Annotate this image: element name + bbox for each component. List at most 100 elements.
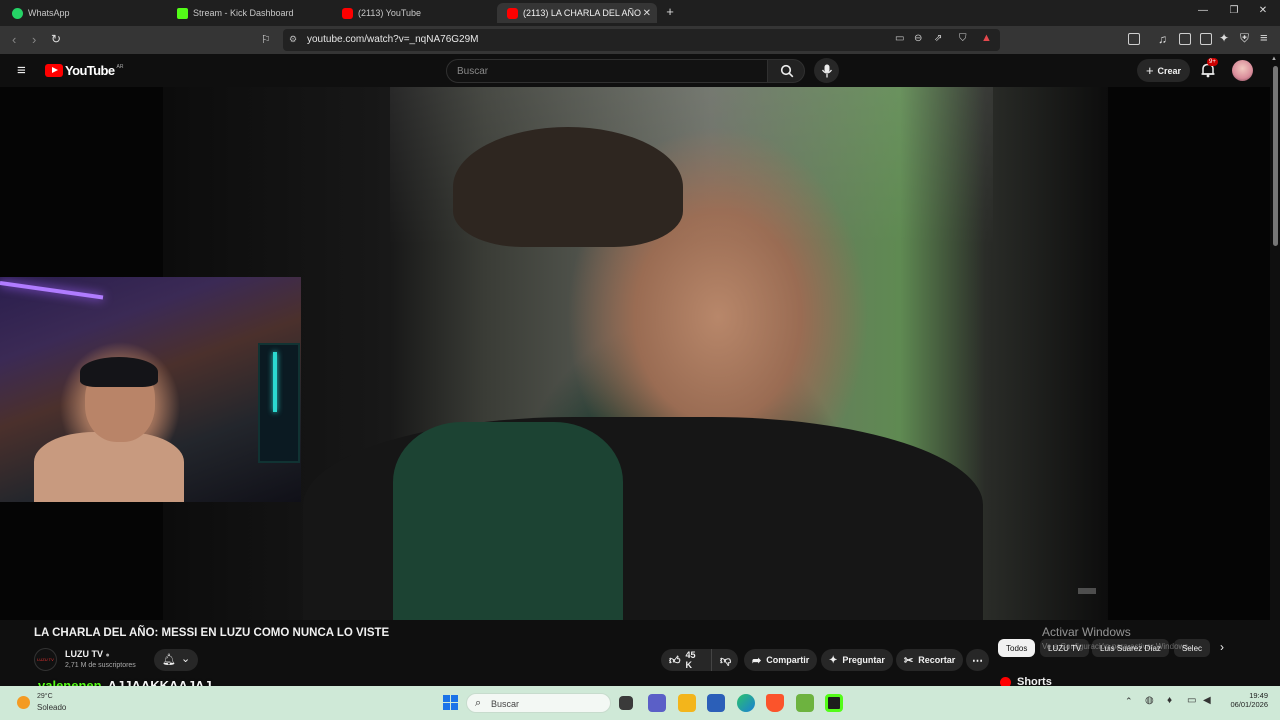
like-count: 45 K (685, 650, 696, 670)
search-icon: ⌕ (475, 697, 482, 709)
clock-date: 06/01/2026 (1230, 700, 1268, 709)
tab-label: WhatsApp (28, 8, 70, 18)
sidebar-toggle-icon[interactable] (1179, 33, 1191, 45)
channel-name-text[interactable]: LUZU TV (65, 649, 103, 659)
search-icon (780, 64, 794, 78)
ask-button[interactable]: ✦ Preguntar (821, 649, 893, 671)
maximize-button[interactable]: ❐ (1227, 5, 1241, 16)
back-button[interactable]: ‹ (12, 32, 16, 47)
user-avatar[interactable] (1232, 60, 1253, 81)
chevron-right-icon[interactable]: › (1220, 640, 1224, 654)
pc-case-shape (258, 343, 300, 463)
youtube-logo[interactable]: YouTube AR (45, 63, 123, 78)
webcam-overlay (0, 277, 301, 502)
teams-icon[interactable] (648, 694, 666, 712)
clip-button[interactable]: ✂ Recortar (896, 649, 964, 671)
hair-shape (80, 357, 158, 387)
volume-icon[interactable]: ◀ (1203, 695, 1211, 706)
video-shirt-shape (393, 422, 623, 620)
neon-light-strip (0, 281, 104, 300)
edge-icon[interactable] (737, 694, 755, 712)
chip-label: Todos (1006, 643, 1028, 653)
video-title: LA CHARLA DEL AÑO: MESSI EN LUZU COMO NU… (34, 627, 390, 639)
brave-icon[interactable] (766, 694, 784, 712)
screenshot-icon[interactable] (1128, 33, 1140, 45)
youtube-logo-text: YouTube (65, 63, 115, 78)
zoom-icon[interactable]: ⊖ (914, 33, 922, 44)
scrollbar-thumb[interactable] (1273, 66, 1278, 246)
thumbs-up-icon: 👍︎ (669, 654, 681, 667)
chevron-up-icon[interactable]: ⌃ (1125, 696, 1133, 707)
tab-youtube[interactable]: (2113) YouTube (332, 3, 492, 23)
region-code: AR (116, 63, 124, 70)
video-frame[interactable] (163, 87, 1108, 620)
scissors-icon: ✂ (904, 654, 914, 667)
share-page-icon[interactable]: ⇗ (934, 33, 942, 44)
menu-icon[interactable]: ≡ (1260, 30, 1268, 45)
subscription-bell-button[interactable]: 🔔︎ ⌄ (154, 649, 198, 671)
channel-name[interactable]: LUZU TV ● (65, 649, 110, 659)
file-explorer-icon[interactable] (678, 694, 696, 712)
taskbar-search-label: Buscar (491, 699, 520, 709)
ask-label: Preguntar (842, 655, 885, 665)
hamburger-menu-icon[interactable]: ≡ (17, 62, 26, 79)
windows-logo-icon (443, 695, 458, 710)
voice-search-button[interactable] (814, 58, 839, 83)
music-icon[interactable]: ♫ (1158, 32, 1167, 46)
store-icon[interactable] (707, 694, 725, 712)
network-icon[interactable]: ▭ (1187, 695, 1196, 706)
bookmark-icon[interactable]: ⚐ (261, 33, 271, 46)
weather-temperature[interactable]: 29°C (37, 693, 53, 700)
search-button[interactable] (767, 59, 805, 83)
microphone-icon[interactable]: ♦ (1167, 695, 1172, 706)
task-view-icon[interactable] (619, 696, 633, 710)
close-tab-icon[interactable]: ✕ (643, 8, 651, 19)
browser-tab-strip: WhatsApp Stream - Kick Dashboard (2113) … (0, 0, 1280, 26)
taskbar-search[interactable]: ⌕ Buscar (466, 693, 611, 713)
kick-icon (177, 7, 188, 19)
kick-app-icon[interactable] (825, 694, 843, 712)
ai-assistant-icon[interactable]: ✦ (1219, 31, 1229, 45)
chip-todos[interactable]: Todos (998, 639, 1036, 657)
reload-button[interactable]: ↻ (51, 32, 61, 46)
tray-app-icon[interactable]: ◍ (1145, 695, 1154, 706)
create-label: Crear (1157, 65, 1182, 76)
more-actions-button[interactable]: ⋯ (966, 649, 989, 671)
close-window-button[interactable]: ✕ (1256, 5, 1270, 16)
notifications-button[interactable]: 9+ (1200, 58, 1218, 83)
cast-icon[interactable]: ▭ (895, 33, 904, 44)
search-input[interactable]: Buscar (446, 59, 768, 83)
bell-icon: 🔔︎ (162, 654, 176, 666)
youtube-header: ≡ YouTube AR Buscar + Crear 9+ (0, 54, 1280, 87)
tab-kick-dashboard[interactable]: Stream - Kick Dashboard (167, 3, 327, 23)
channel-avatar[interactable]: LUZU TV (34, 648, 57, 671)
shield-icon[interactable]: ⛉ (959, 33, 967, 44)
weather-description[interactable]: Soleado (37, 703, 66, 712)
minimize-button[interactable]: — (1196, 5, 1210, 16)
tab-la-charla-del-ano[interactable]: (2113) LA CHARLA DEL AÑO: ME ✕ (497, 3, 657, 23)
scroll-up-arrow[interactable]: ▲ (1271, 56, 1277, 62)
taskbar-clock[interactable]: 19:49 06/01/2026 (1224, 691, 1268, 709)
chevron-down-icon: ⌄ (181, 653, 191, 665)
more-icon: ⋯ (972, 654, 983, 667)
like-button[interactable]: 👍︎ 45 K (661, 649, 711, 671)
app-icon[interactable] (796, 694, 814, 712)
rewards-icon[interactable]: ▲ (981, 32, 992, 44)
share-button[interactable]: ➦ Compartir (744, 649, 818, 671)
browser-toolbar: ‹ › ↻ ⚐ ⚙ youtube.com/watch?v=_nqNA76G29… (0, 26, 1280, 54)
site-info-icon[interactable]: ⚙ (289, 34, 297, 45)
address-url[interactable]: youtube.com/watch?v=_nqNA76G29M (307, 34, 479, 45)
tab-whatsapp[interactable]: WhatsApp (2, 3, 162, 23)
notification-badge: 9+ (1207, 58, 1218, 66)
windows-activation-subtitle: Ve a Configuración para activar Windows. (1042, 642, 1191, 651)
windows-start-icon[interactable] (443, 695, 458, 710)
wallet-icon[interactable] (1200, 33, 1212, 45)
new-tab-button[interactable]: + (663, 4, 677, 19)
forward-button[interactable]: › (32, 32, 36, 47)
weather-sun-icon[interactable] (17, 696, 30, 709)
dislike-button[interactable]: 👎︎ (711, 649, 738, 671)
vpn-icon[interactable]: ⛨ (1240, 31, 1249, 46)
address-bar[interactable]: ⚙ youtube.com/watch?v=_nqNA76G29M ▭ ⊖ ⇗ … (283, 29, 1000, 51)
create-button[interactable]: + Crear (1137, 59, 1190, 82)
plus-icon: + (1145, 63, 1154, 78)
